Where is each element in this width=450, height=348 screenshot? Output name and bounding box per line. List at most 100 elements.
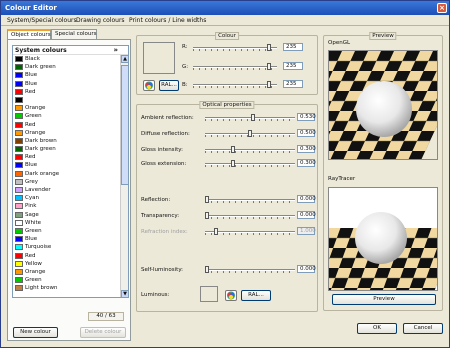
list-item[interactable]: Turquoise bbox=[13, 243, 128, 251]
r-slider[interactable] bbox=[193, 44, 277, 51]
optical-value[interactable]: 0.500 bbox=[297, 129, 316, 137]
optical-slider-knob[interactable] bbox=[205, 212, 209, 219]
colour-swatch bbox=[143, 42, 175, 74]
g-slider-knob[interactable] bbox=[266, 63, 271, 70]
colour-list[interactable]: System colours » Black Dark green Blue Blue… bbox=[12, 45, 129, 298]
list-item[interactable]: Blue bbox=[13, 235, 128, 243]
list-item-label: Blue bbox=[25, 162, 38, 169]
ok-button[interactable]: OK bbox=[357, 323, 397, 334]
optical-slider-ticks bbox=[205, 151, 295, 153]
optical-slider-knob[interactable] bbox=[205, 266, 209, 273]
list-item[interactable]: Green bbox=[13, 227, 128, 235]
list-item-label: Blue bbox=[25, 236, 38, 243]
b-label: B: bbox=[182, 82, 188, 88]
luminous-ral-button[interactable]: RAL... bbox=[241, 290, 271, 301]
list-item[interactable]: White bbox=[13, 219, 128, 227]
b-value[interactable]: 235 bbox=[283, 80, 303, 88]
list-item[interactable]: Green bbox=[13, 276, 128, 284]
list-item[interactable]: Light brown bbox=[13, 284, 128, 292]
list-item[interactable]: Blue bbox=[13, 161, 128, 169]
scroll-thumb[interactable] bbox=[121, 65, 128, 185]
title-bar: Colour Editor × bbox=[1, 1, 449, 15]
colour-swatch-icon bbox=[15, 72, 23, 79]
b-slider-knob[interactable] bbox=[266, 81, 271, 88]
close-icon[interactable]: × bbox=[437, 3, 447, 13]
list-item[interactable]: Grey bbox=[13, 178, 128, 186]
list-item[interactable]: Lavender bbox=[13, 186, 128, 194]
colour-swatch-icon bbox=[15, 162, 23, 169]
collapse-icon[interactable]: » bbox=[113, 46, 118, 55]
list-item[interactable]: Dark brown bbox=[13, 137, 128, 145]
list-item[interactable]: Green bbox=[13, 112, 128, 120]
list-item[interactable]: Red bbox=[13, 121, 128, 129]
ral-button[interactable]: RAL... bbox=[159, 80, 179, 91]
list-item[interactable]: Yellow bbox=[13, 260, 128, 268]
colour-wheel-icon[interactable] bbox=[143, 80, 155, 91]
b-slider[interactable] bbox=[193, 81, 277, 88]
optical-slider[interactable] bbox=[205, 130, 295, 137]
optical-value[interactable]: 0.300 bbox=[297, 145, 316, 153]
optical-slider-ticks bbox=[205, 201, 295, 203]
optical-slider-knob[interactable] bbox=[230, 146, 235, 153]
optical-slider-knob[interactable] bbox=[250, 114, 255, 121]
list-item[interactable]: Orange bbox=[13, 104, 128, 112]
list-item[interactable]: Orange bbox=[13, 268, 128, 276]
optical-slider-knob[interactable] bbox=[213, 228, 218, 235]
optical-slider-knob[interactable] bbox=[230, 160, 235, 167]
list-scrollbar[interactable]: ▲ ▼ bbox=[120, 55, 128, 297]
list-item[interactable]: Orange bbox=[13, 129, 128, 137]
list-item[interactable]: Dark green bbox=[13, 63, 128, 71]
list-item[interactable]: Red bbox=[13, 88, 128, 96]
scroll-up-icon[interactable]: ▲ bbox=[121, 55, 128, 63]
optical-slider-knob[interactable] bbox=[205, 196, 209, 203]
optical-slider[interactable] bbox=[205, 160, 295, 167]
luminous-colour-wheel-icon[interactable] bbox=[225, 290, 237, 301]
list-item[interactable]: Blue bbox=[13, 80, 128, 88]
list-item-label: Orange bbox=[25, 268, 46, 275]
new-colour-button[interactable]: New colour bbox=[13, 327, 58, 338]
list-item[interactable]: Cyan bbox=[13, 194, 128, 202]
menu-print-colours[interactable]: Print colours / Line widths bbox=[129, 17, 206, 24]
g-value[interactable]: 235 bbox=[283, 62, 303, 70]
list-header[interactable]: System colours » bbox=[13, 46, 128, 55]
list-item[interactable]: Pink bbox=[13, 202, 128, 210]
menu-system-special-colours[interactable]: System/Special colours bbox=[7, 17, 77, 24]
optical-slider[interactable] bbox=[205, 212, 295, 219]
optical-slider[interactable] bbox=[205, 114, 295, 121]
optical-value[interactable]: 1.000 bbox=[297, 227, 316, 235]
list-item[interactable]: Red bbox=[13, 153, 128, 161]
tab-special-colours[interactable]: Special colours bbox=[51, 29, 97, 39]
optical-value[interactable]: 0.000 bbox=[297, 265, 316, 273]
colour-swatch-icon bbox=[15, 137, 23, 144]
list-item[interactable] bbox=[13, 96, 128, 104]
optical-slider[interactable] bbox=[205, 146, 295, 153]
r-slider-knob[interactable] bbox=[266, 44, 271, 51]
optical-value[interactable]: 0.000 bbox=[297, 211, 316, 219]
list-item[interactable]: Blue bbox=[13, 71, 128, 79]
optical-label: Reflection: bbox=[141, 197, 171, 203]
list-item-label: Red bbox=[25, 154, 36, 161]
colour-swatch-icon bbox=[15, 129, 23, 136]
optical-slider-knob[interactable] bbox=[248, 130, 252, 137]
g-slider[interactable] bbox=[193, 63, 277, 70]
optical-value[interactable]: 0.000 bbox=[297, 195, 316, 203]
scroll-down-icon[interactable]: ▼ bbox=[121, 290, 128, 297]
r-value[interactable]: 235 bbox=[283, 43, 303, 51]
tab-object-colours[interactable]: Object colours bbox=[7, 29, 51, 39]
list-item[interactable]: Dark green bbox=[13, 145, 128, 153]
colour-swatch-icon bbox=[15, 203, 23, 210]
menu-drawing-colours[interactable]: Drawing colours bbox=[76, 17, 125, 24]
delete-colour-button[interactable]: Delete colour bbox=[80, 327, 126, 338]
preview-button[interactable]: Preview bbox=[332, 294, 436, 305]
list-item[interactable]: Red bbox=[13, 252, 128, 260]
optical-slider[interactable] bbox=[205, 266, 295, 273]
list-item[interactable]: Sage bbox=[13, 211, 128, 219]
optical-slider[interactable] bbox=[205, 196, 295, 203]
list-item[interactable]: Dark orange bbox=[13, 170, 128, 178]
list-item-label: Black bbox=[25, 56, 40, 62]
list-item[interactable]: Black bbox=[13, 55, 128, 63]
optical-value[interactable]: 0.530 bbox=[297, 113, 316, 121]
optical-value[interactable]: 0.300 bbox=[297, 159, 316, 167]
colour-swatch-icon bbox=[15, 236, 23, 243]
cancel-button[interactable]: Cancel bbox=[403, 323, 443, 334]
